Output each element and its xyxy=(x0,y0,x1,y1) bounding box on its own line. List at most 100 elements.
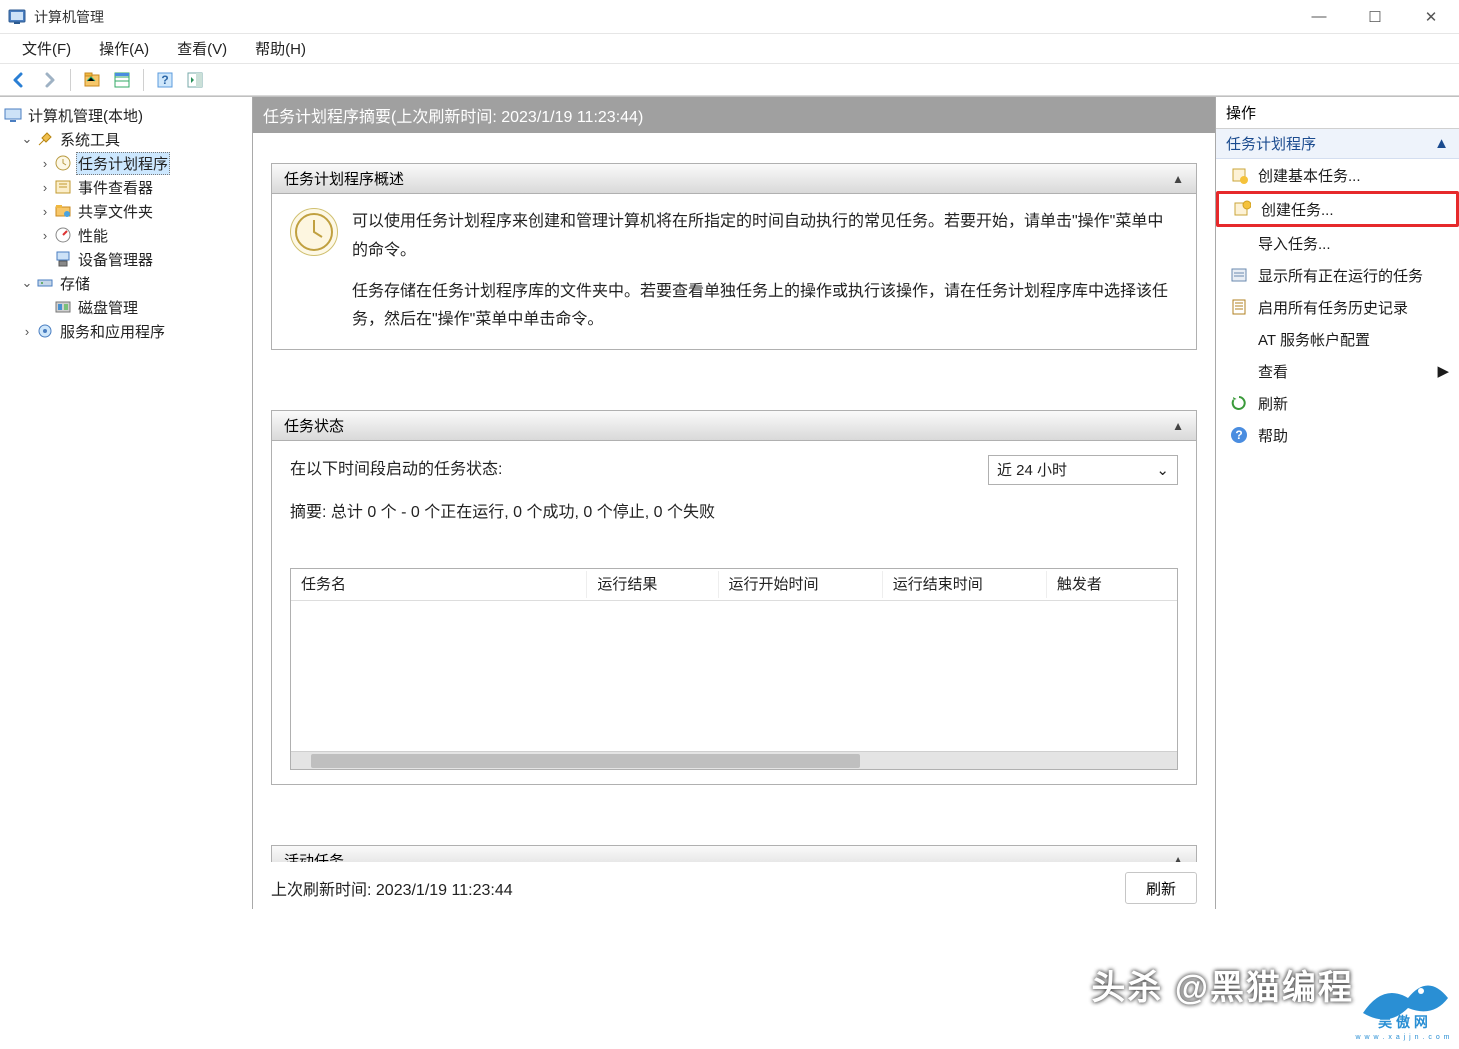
task-status-header[interactable]: 任务状态 ▲ xyxy=(272,411,1196,441)
action-at-service[interactable]: AT 服务帐户配置 xyxy=(1216,323,1459,355)
collapse-icon[interactable]: ▲ xyxy=(1172,419,1184,433)
tree-event-viewer[interactable]: › 事件查看器 xyxy=(2,175,250,199)
task-status-title: 任务状态 xyxy=(284,415,344,436)
collapse-icon[interactable]: ⌄ xyxy=(20,275,34,291)
last-refresh-label: 上次刷新时间: 2023/1/19 11:23:44 xyxy=(271,876,513,900)
col-run-end[interactable]: 运行结束时间 xyxy=(883,571,1047,598)
panel-wrapper: 任务计划程序概述 ▲ 可以使用任务计划程序来创建和管理计算机将在所指定的时间自动… xyxy=(271,163,1197,862)
col-run-start[interactable]: 运行开始时间 xyxy=(719,571,883,598)
action-import-task[interactable]: 导入任务... xyxy=(1216,227,1459,259)
tree-pane[interactable]: 计算机管理(本地) ⌄ 系统工具 › 任务计划程序 › 事件查看器 › 共享文件… xyxy=(0,97,253,909)
tree-task-scheduler[interactable]: › 任务计划程序 xyxy=(2,151,250,175)
expand-icon[interactable]: › xyxy=(38,156,52,171)
svg-text:?: ? xyxy=(1235,428,1242,442)
expand-icon[interactable]: › xyxy=(38,204,52,219)
col-trigger[interactable]: 触发者 xyxy=(1047,571,1177,598)
help-button[interactable]: ? xyxy=(152,67,178,93)
actions-pane: 操作 任务计划程序 ▲ 创建基本任务... 创建任务... 导入任务... 显示… xyxy=(1215,97,1459,909)
menu-file[interactable]: 文件(F) xyxy=(8,34,85,63)
history-icon xyxy=(1230,298,1248,316)
task-table: 任务名 运行结果 运行开始时间 运行结束时间 触发者 xyxy=(290,568,1178,770)
overview-text-2: 任务存储在任务计划程序库的文件夹中。若要查看单独任务上的操作或执行该操作，请在任… xyxy=(352,278,1178,336)
show-hide-pane-button[interactable] xyxy=(182,67,208,93)
tree-storage[interactable]: ⌄ 存储 xyxy=(2,271,250,295)
clock-icon xyxy=(290,208,338,256)
main-layout: 计算机管理(本地) ⌄ 系统工具 › 任务计划程序 › 事件查看器 › 共享文件… xyxy=(0,96,1459,909)
tree-device-manager[interactable]: › 设备管理器 xyxy=(2,247,250,271)
maximize-button[interactable]: ☐ xyxy=(1361,8,1389,26)
action-enable-history[interactable]: 启用所有任务历史记录 xyxy=(1216,291,1459,323)
svg-text:w w w . x a j j n . c o m: w w w . x a j j n . c o m xyxy=(1354,1034,1450,1041)
bottom-area xyxy=(0,909,1459,1049)
tree-disk-management[interactable]: › 磁盘管理 xyxy=(2,295,250,319)
event-viewer-icon xyxy=(54,178,72,196)
disk-icon xyxy=(54,298,72,316)
content-header: 任务计划程序摘要(上次刷新时间: 2023/1/19 11:23:44) xyxy=(253,97,1215,133)
col-task-name[interactable]: 任务名 xyxy=(291,571,587,598)
refresh-icon xyxy=(1230,394,1248,412)
active-tasks-panel: 活动任务 ▲ xyxy=(271,845,1197,862)
menu-view[interactable]: 查看(V) xyxy=(163,34,241,63)
task-status-panel: 任务状态 ▲ 在以下时间段启动的任务状态: 近 24 小时 ⌄ 摘要: 总计 0… xyxy=(271,410,1197,785)
help-icon: ? xyxy=(1230,426,1248,444)
status-period-label: 在以下时间段启动的任务状态: xyxy=(290,456,502,485)
status-period-select[interactable]: 近 24 小时 ⌄ xyxy=(988,455,1178,485)
collapse-icon[interactable]: ⌄ xyxy=(20,131,34,147)
minimize-button[interactable]: — xyxy=(1305,8,1333,26)
action-create-task[interactable]: 创建任务... xyxy=(1216,191,1459,227)
menu-help[interactable]: 帮助(H) xyxy=(241,34,320,63)
site-logo: 吴 傲 网 w w w . x a j j n . c o m xyxy=(1353,963,1453,1043)
app-icon xyxy=(8,8,26,26)
details-view-button[interactable] xyxy=(109,67,135,93)
svg-text:?: ? xyxy=(161,73,168,87)
tree-performance[interactable]: › 性能 xyxy=(2,223,250,247)
content-footer: 上次刷新时间: 2023/1/19 11:23:44 刷新 xyxy=(253,868,1215,909)
tree-services[interactable]: › 服务和应用程序 xyxy=(2,319,250,343)
active-tasks-header[interactable]: 活动任务 ▲ xyxy=(272,846,1196,862)
tree-system-tools[interactable]: ⌄ 系统工具 xyxy=(2,127,250,151)
col-run-result[interactable]: 运行结果 xyxy=(587,571,718,598)
overview-title: 任务计划程序概述 xyxy=(284,168,404,189)
task-status-body: 在以下时间段启动的任务状态: 近 24 小时 ⌄ 摘要: 总计 0 个 - 0 … xyxy=(272,441,1196,784)
window-title: 计算机管理 xyxy=(34,7,104,27)
collapse-icon[interactable]: ▲ xyxy=(1172,853,1184,861)
tree-root[interactable]: 计算机管理(本地) xyxy=(2,103,250,127)
running-tasks-icon xyxy=(1230,266,1248,284)
nav-forward-button[interactable] xyxy=(36,67,62,93)
overview-panel-body: 可以使用任务计划程序来创建和管理计算机将在所指定的时间自动执行的常见任务。若要开… xyxy=(272,194,1196,349)
action-create-basic-task[interactable]: 创建基本任务... xyxy=(1216,159,1459,191)
new-task-icon xyxy=(1233,200,1251,218)
close-button[interactable]: ✕ xyxy=(1417,8,1445,26)
menubar: 文件(F) 操作(A) 查看(V) 帮助(H) xyxy=(0,34,1459,64)
collapse-icon[interactable]: ▲ xyxy=(1172,172,1184,186)
overview-text-1: 可以使用任务计划程序来创建和管理计算机将在所指定的时间自动执行的常见任务。若要开… xyxy=(352,208,1178,266)
action-view[interactable]: 查看 ▶ xyxy=(1216,355,1459,387)
task-table-body[interactable] xyxy=(291,601,1177,751)
expand-icon[interactable]: › xyxy=(38,228,52,243)
actions-section-header[interactable]: 任务计划程序 ▲ xyxy=(1216,129,1459,159)
horizontal-scrollbar[interactable] xyxy=(291,751,1177,769)
menu-action[interactable]: 操作(A) xyxy=(85,34,163,63)
action-refresh[interactable]: 刷新 xyxy=(1216,387,1459,419)
status-summary: 摘要: 总计 0 个 - 0 个正在运行, 0 个成功, 0 个停止, 0 个失… xyxy=(290,499,1178,528)
action-show-running[interactable]: 显示所有正在运行的任务 xyxy=(1216,259,1459,291)
content-pane: 任务计划程序摘要(上次刷新时间: 2023/1/19 11:23:44) 任务计… xyxy=(253,97,1215,909)
tree-shared-folders[interactable]: › 共享文件夹 xyxy=(2,199,250,223)
shared-folder-icon xyxy=(54,202,72,220)
action-help[interactable]: ? 帮助 xyxy=(1216,419,1459,451)
refresh-button[interactable]: 刷新 xyxy=(1125,872,1197,904)
device-manager-icon xyxy=(54,250,72,268)
expand-icon[interactable]: › xyxy=(20,324,34,339)
active-tasks-title: 活动任务 xyxy=(284,850,344,862)
svg-text:吴 傲 网: 吴 傲 网 xyxy=(1378,1014,1428,1030)
nav-back-button[interactable] xyxy=(6,67,32,93)
overview-panel-header[interactable]: 任务计划程序概述 ▲ xyxy=(272,164,1196,194)
performance-icon xyxy=(54,226,72,244)
task-table-header: 任务名 运行结果 运行开始时间 运行结束时间 触发者 xyxy=(291,569,1177,601)
clock-icon xyxy=(54,154,72,172)
folder-properties-button[interactable] xyxy=(79,67,105,93)
toolbar-separator xyxy=(143,69,144,91)
computer-icon xyxy=(4,106,22,124)
expand-icon[interactable]: › xyxy=(38,180,52,195)
window-controls: — ☐ ✕ xyxy=(1305,8,1451,26)
